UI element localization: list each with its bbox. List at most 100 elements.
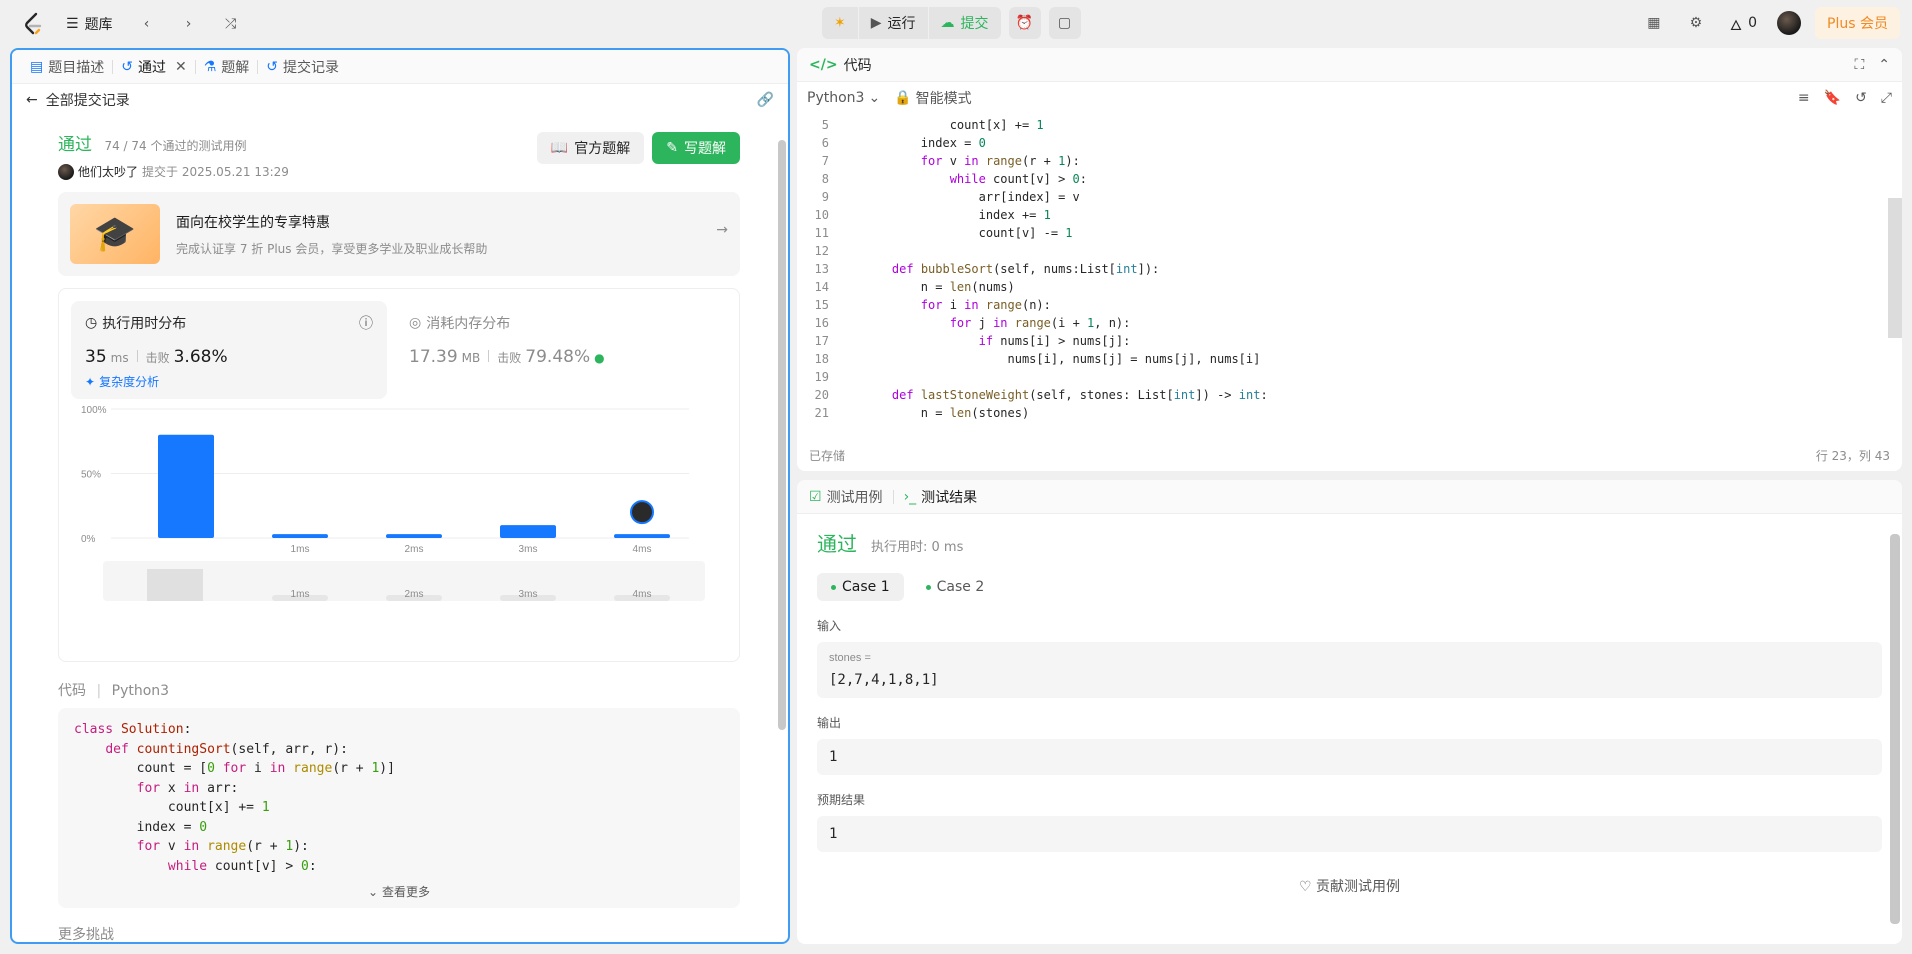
code-line: 8 while count[v] > 0: [821,172,1087,186]
prev-problem-button[interactable]: ‹ [133,10,161,38]
status-text: 通过 [58,135,92,155]
code-line: 6 index = 0 [821,136,986,150]
code-line: 17 if nums[i] > nums[j]: [814,334,1131,348]
pass-dot [925,584,931,590]
saved-status: 已存储 [809,448,846,463]
terminal-icon: ›_ [903,488,917,505]
memory-card[interactable]: ◎ 消耗内存分布 17.39 MB 击败 79.48% ● [409,313,605,367]
chart-bar[interactable] [500,525,556,538]
info-icon[interactable]: ⓘ [359,313,373,333]
left-scrollbar[interactable] [778,140,786,730]
pass-dot [831,584,836,590]
tab-submissions[interactable]: ↺ 提交记录 [258,57,347,77]
divider [892,489,894,504]
more-challenges-label: 更多挑战 [58,927,114,943]
code-editor[interactable]: 5 count[x] += 1 6 index = 0 7 for v in r… [797,116,1902,438]
code-line: 16 for j in range(i + 1, n): [814,316,1131,330]
submission-content: 通过 74 / 74 个通过的测试用例 他们太吵了 提交于 2025.05.21… [58,130,740,943]
chart-bar[interactable] [272,534,328,538]
format-icon[interactable]: ≡ [1798,90,1810,106]
close-icon[interactable]: ✕ [175,59,187,75]
runtime-card[interactable]: ◷ 执行用时分布 ⓘ 35 ms 击败 3.68% ✦ 复杂度分析 [71,301,387,399]
code-panel-header: </> 代码 ⛶ ⌃ [797,48,1902,82]
left-tabs: ▤ 题目描述 ↺ 通过 ✕ ⚗ 题解 ↺ 提交记录 [12,50,788,84]
memory-value: 17.39 [409,347,458,367]
navigator-window[interactable] [147,569,203,601]
contribute-testcase-button[interactable]: ♡ 贡献测试用例 [817,876,1882,896]
chart-bar[interactable] [614,534,670,538]
run-button[interactable]: ▶ 运行 [859,7,928,39]
alarm-button[interactable]: ⏰ [1008,7,1041,39]
input-label: 输入 [817,619,842,633]
case-2-tab[interactable]: Case 2 [912,573,999,601]
stats-box: ◷ 执行用时分布 ⓘ 35 ms 击败 3.68% ✦ 复杂度分析 ◎ 消耗内存… [58,288,740,662]
official-solution-button[interactable]: 📖 官方题解 [536,132,645,164]
back-to-submissions[interactable]: ← 全部提交记录 [26,90,130,110]
tab-description[interactable]: ▤ 题目描述 [22,57,112,77]
code-line: 18 nums[i], nums[j] = nums[j], nums[i] [814,352,1261,366]
code-line: 9 arr[index] = v [821,190,1080,204]
write-solution-button[interactable]: ✎ 写题解 [652,132,740,164]
code-line: 14 n = len(nums) [814,280,1015,294]
chart-bar[interactable] [158,434,214,538]
layout-button[interactable]: ▦ [1640,9,1668,37]
next-problem-button[interactable]: › [175,10,203,38]
reset-icon[interactable]: ↺ [1855,90,1867,106]
problem-bank-button[interactable]: ☰ 题库 [60,8,119,40]
code-line: 21 n = len(stones) [814,406,1030,420]
settings-button[interactable]: ⚙ [1682,9,1710,37]
input-value-box: stones = [2,7,4,1,8,1] [817,642,1882,698]
expand-icon[interactable]: ⤢ [1881,90,1892,106]
plus-member-button[interactable]: Plus 会员 [1815,7,1900,39]
arrow-left-icon: ← [26,92,38,108]
test-panel-tabs: ☑ 测试用例 ›_ 测试结果 [797,480,1902,514]
avatar[interactable] [1777,11,1802,35]
tab-accepted[interactable]: ↺ 通过 ✕ [113,57,194,77]
flask-icon: ⚗ [203,58,217,75]
chart-bar[interactable] [386,534,442,538]
my-submission-avatar[interactable] [630,500,654,525]
arrow-right-icon: → [716,222,728,238]
runtime-value: 35 [85,347,107,367]
bookmark-icon[interactable]: 🔖 [1824,90,1841,106]
play-icon: ▶ [870,15,882,31]
code-line: 13 def bubbleSort(self, nums:List[int]): [814,262,1160,276]
navigator-label: 3ms [519,589,538,600]
divider [488,350,490,362]
streak-button[interactable]: 🜂 0 [1724,7,1763,39]
sparkle-icon: ✦ [85,374,96,389]
test-count: 74 / 74 个通过的测试用例 [104,139,247,153]
test-panel-scrollbar[interactable] [1890,534,1900,924]
submit-button[interactable]: ☁ 提交 [929,7,1001,39]
editor-scrollbar[interactable] [1888,198,1902,338]
tab-testcase[interactable]: ☑ 测试用例 [809,487,883,507]
random-problem-button[interactable]: ⤮ [217,10,245,38]
tab-solutions[interactable]: ⚗ 题解 [196,57,258,77]
promo-subtitle: 完成认证享 7 折 Plus 会员，享受更多学业及职业成长帮助 [176,241,488,256]
memory-icon: ◎ [409,315,422,331]
complexity-analysis-link[interactable]: ✦ 复杂度分析 [85,373,373,390]
debug-button[interactable]: ✶ [822,7,858,39]
leetcode-logo[interactable] [20,11,46,37]
run-group: ✶ ▶ 运行 ☁ 提交 [822,7,1001,39]
x-tick-label: 1ms [291,544,310,555]
test-result-body: 通过 执行用时: 0 ms Case 1 Case 2 输入 stones = … [797,514,1902,910]
student-promo-banner[interactable]: 🎓 面向在校学生的专享特惠 完成认证享 7 折 Plus 会员，享受更多学业及职… [58,192,740,276]
notes-button[interactable]: ▢ [1048,7,1081,39]
fullscreen-icon[interactable]: ⛶ [1854,57,1864,73]
language-select[interactable]: Python3 ⌄ [807,90,880,106]
avatar[interactable] [58,163,74,180]
bug-icon: ✶ [834,15,846,31]
show-more-button[interactable]: ⌄ 查看更多 [58,883,740,900]
status-row: 通过 74 / 74 个通过的测试用例 他们太吵了 提交于 2025.05.21… [58,130,740,180]
link-icon[interactable]: 🔗 [757,92,774,108]
tab-test-result[interactable]: ›_ 测试结果 [904,487,978,507]
submitted-code[interactable]: class Solution: def countingSort(self, a… [58,708,740,908]
collapse-icon[interactable]: ⌃ [1878,57,1890,73]
code-line: 19 [814,370,829,384]
smart-mode-toggle[interactable]: 🔒 智能模式 [894,88,971,108]
case-1-tab[interactable]: Case 1 [817,573,904,601]
x-tick-label: 3ms [519,544,538,555]
username[interactable]: 他们太吵了 [78,163,138,180]
code-line: 12 [814,244,829,258]
